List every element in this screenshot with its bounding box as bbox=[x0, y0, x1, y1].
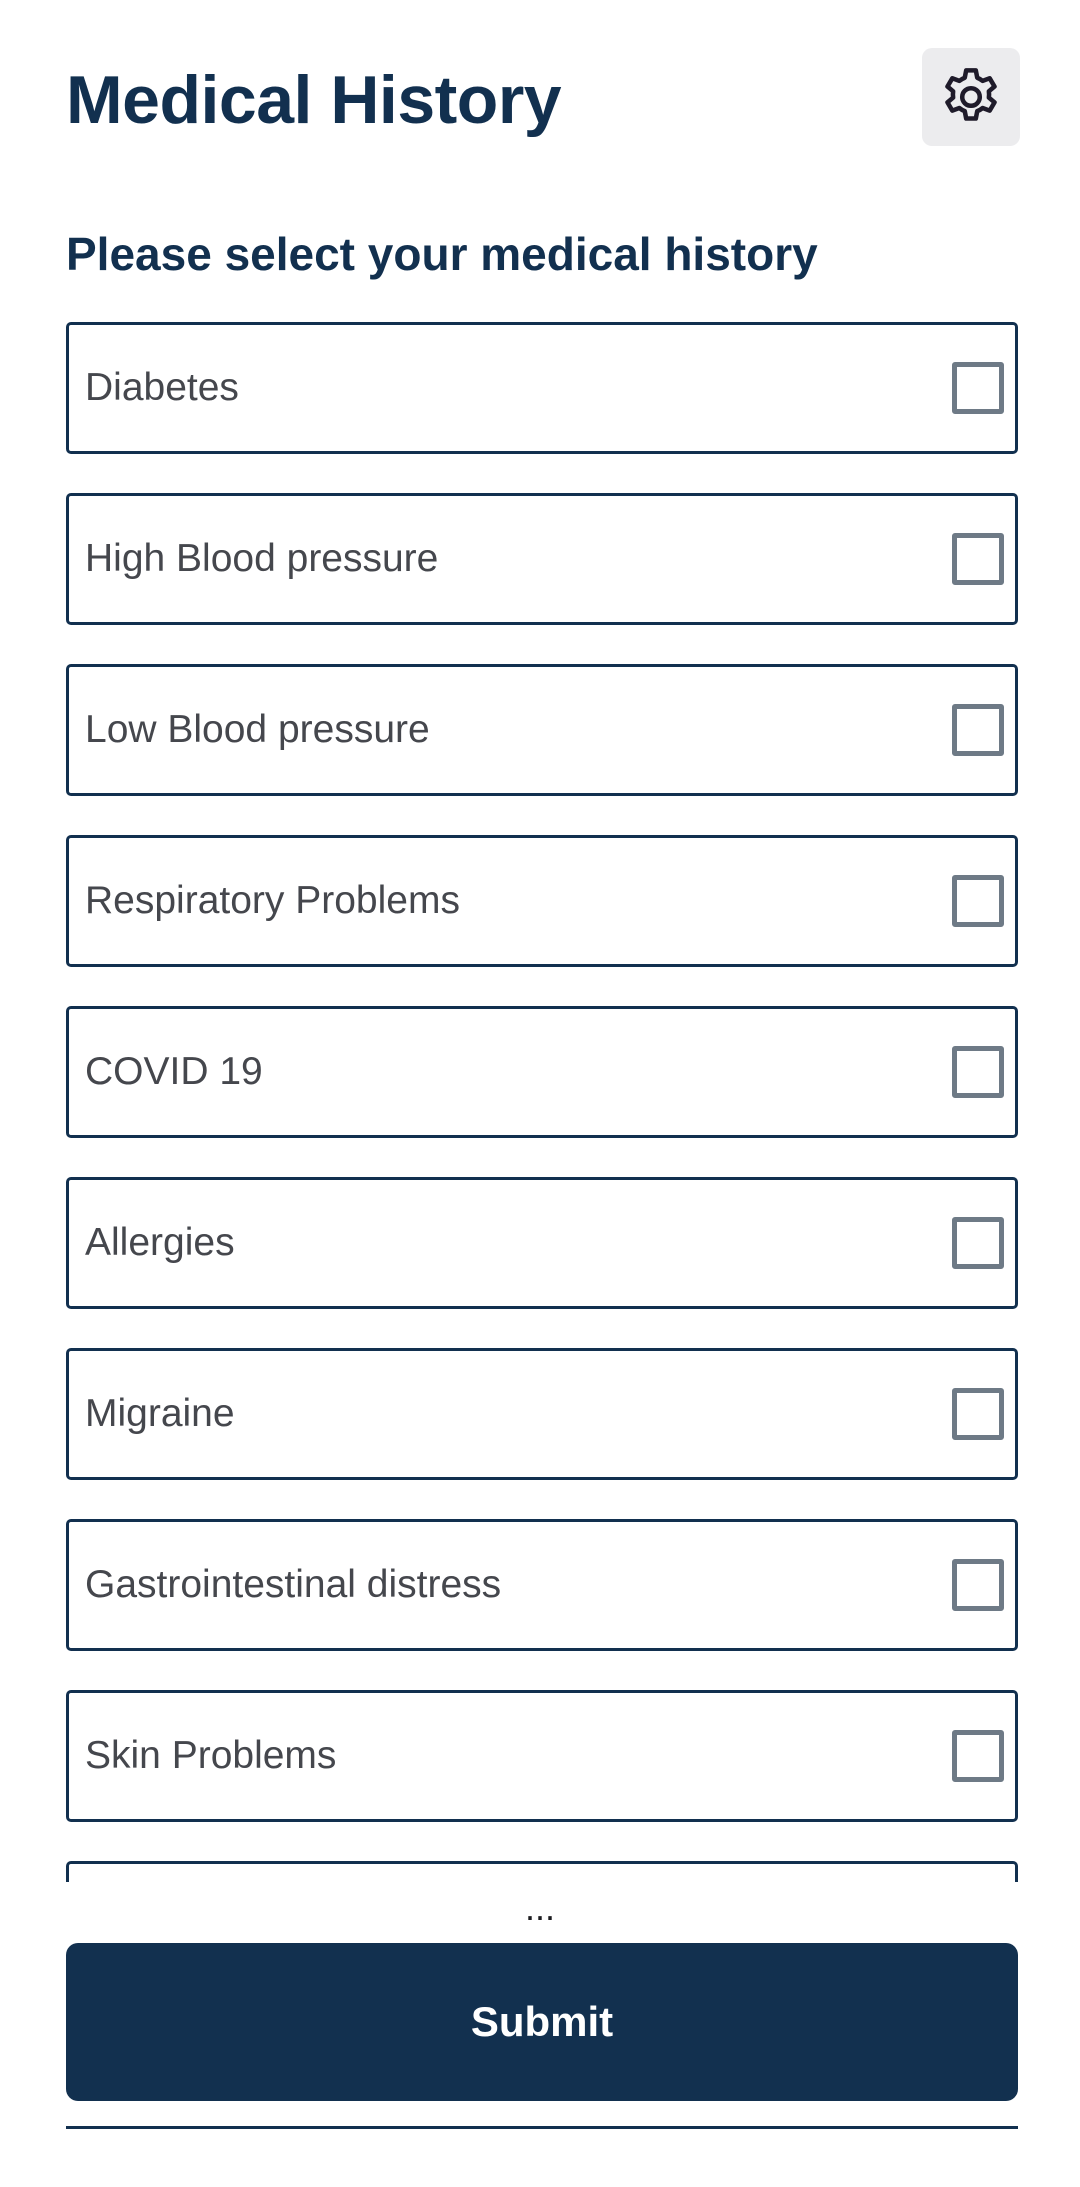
option-allergies[interactable]: Allergies bbox=[66, 1177, 1018, 1309]
option-covid-19[interactable]: COVID 19 bbox=[66, 1006, 1018, 1138]
option-label: Low Blood pressure bbox=[85, 708, 430, 751]
gear-icon bbox=[945, 68, 997, 121]
checkbox-low-blood-pressure[interactable] bbox=[952, 704, 1004, 756]
option-migraine[interactable]: Migraine bbox=[66, 1348, 1018, 1480]
option-label: Skin Problems bbox=[85, 1734, 337, 1777]
more-items-indicator: ... bbox=[524, 1887, 555, 1928]
option-label: Diabetes bbox=[85, 366, 239, 409]
checkbox-gastrointestinal-distress[interactable] bbox=[952, 1559, 1004, 1611]
option-respiratory-problems[interactable]: Respiratory Problems bbox=[66, 835, 1018, 967]
form-prompt: Please select your medical history bbox=[66, 228, 818, 280]
option-partially-visible[interactable] bbox=[66, 1861, 1018, 1882]
option-label: Migraine bbox=[85, 1392, 235, 1435]
option-label: High Blood pressure bbox=[85, 537, 439, 580]
checkbox-covid-19[interactable] bbox=[952, 1046, 1004, 1098]
bottom-divider bbox=[66, 2126, 1018, 2129]
checkbox-allergies[interactable] bbox=[952, 1217, 1004, 1269]
settings-button[interactable] bbox=[922, 48, 1020, 146]
option-gastrointestinal-distress[interactable]: Gastrointestinal distress bbox=[66, 1519, 1018, 1651]
option-skin-problems[interactable]: Skin Problems bbox=[66, 1690, 1018, 1822]
checkbox-skin-problems[interactable] bbox=[952, 1730, 1004, 1782]
option-low-blood-pressure[interactable]: Low Blood pressure bbox=[66, 664, 1018, 796]
option-label: Respiratory Problems bbox=[85, 879, 460, 922]
medical-history-screen: Medical History Please select your medic… bbox=[0, 0, 1080, 2187]
checkbox-migraine[interactable] bbox=[952, 1388, 1004, 1440]
page-title: Medical History bbox=[66, 62, 562, 138]
submit-button[interactable]: Submit bbox=[66, 1943, 1018, 2101]
option-diabetes[interactable]: Diabetes bbox=[66, 322, 1018, 454]
option-label: Gastrointestinal distress bbox=[85, 1563, 502, 1606]
medical-history-list[interactable]: Diabetes High Blood pressure Low Blood p… bbox=[0, 322, 1080, 1882]
checkbox-respiratory-problems[interactable] bbox=[952, 875, 1004, 927]
option-label: Allergies bbox=[85, 1221, 235, 1264]
checkbox-diabetes[interactable] bbox=[952, 362, 1004, 414]
submit-label: Submit bbox=[470, 1998, 614, 2045]
option-label: COVID 19 bbox=[85, 1050, 263, 1093]
checkbox-high-blood-pressure[interactable] bbox=[952, 533, 1004, 585]
option-high-blood-pressure[interactable]: High Blood pressure bbox=[66, 493, 1018, 625]
